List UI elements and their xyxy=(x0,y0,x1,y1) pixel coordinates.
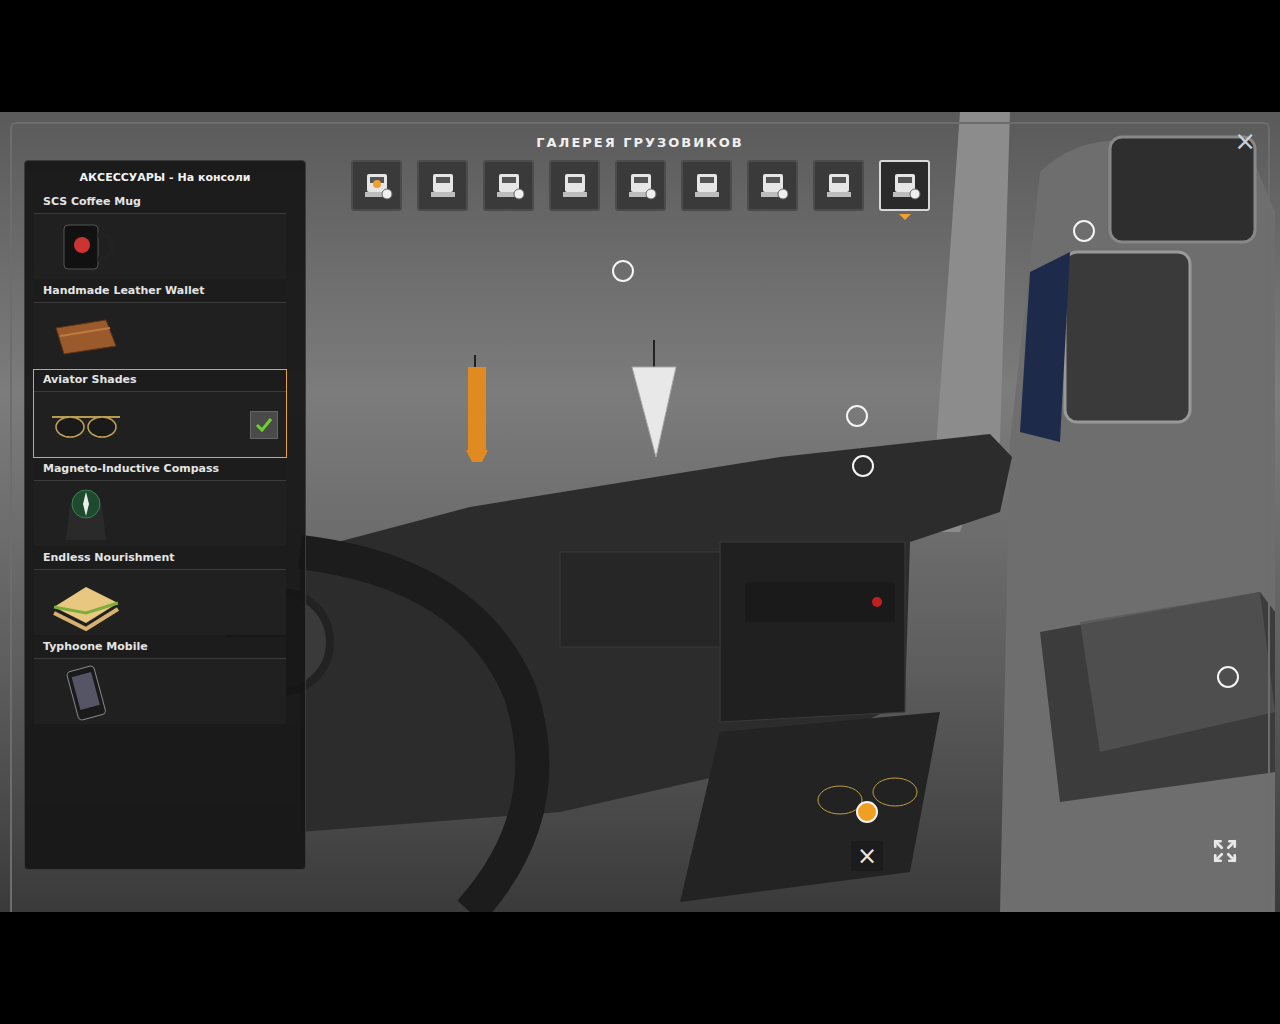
accessory-label: Aviator Shades xyxy=(34,370,286,392)
accessory-item[interactable]: Magneto-Inductive Compass xyxy=(33,458,287,547)
accessory-label: Endless Nourishment xyxy=(34,548,286,570)
truck-view-icon xyxy=(557,168,593,204)
truck-view-icon xyxy=(821,168,857,204)
toolbar-slot xyxy=(879,160,930,220)
category-button[interactable] xyxy=(879,160,930,211)
accessory-preview xyxy=(34,570,286,635)
check-icon xyxy=(254,415,274,435)
category-button[interactable] xyxy=(549,160,600,211)
category-button[interactable] xyxy=(747,160,798,211)
toolbar-slot xyxy=(747,160,798,220)
toolbar-slot xyxy=(813,160,864,220)
accessory-panel: АКСЕССУАРЫ - На консолиSCS Coffee Mug Han… xyxy=(24,160,306,870)
selected-caret xyxy=(371,214,383,220)
accessory-label: Magneto-Inductive Compass xyxy=(34,459,286,481)
fullscreen-button[interactable] xyxy=(1212,838,1238,868)
truck-gallery-stage: ГАЛЕРЕЯ ГРУЗОВИКОВ × АКСЕССУАРЫ - На консо… xyxy=(0,112,1280,912)
category-button[interactable] xyxy=(615,160,666,211)
fullscreen-icon xyxy=(1212,838,1238,864)
close-button[interactable]: × xyxy=(1234,128,1256,154)
mug-icon xyxy=(46,217,126,277)
truck-view-icon xyxy=(755,168,791,204)
panel-title: АКСЕССУАРЫ - На консоли xyxy=(33,161,297,191)
accessory-slot[interactable] xyxy=(846,405,868,427)
accessory-label: SCS Coffee Mug xyxy=(34,192,286,214)
sandwich-icon xyxy=(46,573,126,633)
window-title: ГАЛЕРЕЯ ГРУЗОВИКОВ xyxy=(536,135,743,150)
selected-caret xyxy=(701,214,713,220)
truck-view-icon xyxy=(623,168,659,204)
accessory-item[interactable]: SCS Coffee Mug xyxy=(33,191,287,280)
remove-button[interactable]: × xyxy=(851,841,883,871)
accessory-item[interactable]: Endless Nourishment xyxy=(33,547,287,636)
selected-caret xyxy=(437,214,449,220)
wallet-icon xyxy=(46,306,126,366)
accessory-label: Typhoone Mobile xyxy=(34,637,286,659)
accessory-slot[interactable] xyxy=(612,260,634,282)
accessory-preview xyxy=(34,481,286,546)
category-button[interactable] xyxy=(351,160,402,211)
truck-view-icon xyxy=(425,168,461,204)
screen: ГАЛЕРЕЯ ГРУЗОВИКОВ × АКСЕССУАРЫ - На консо… xyxy=(0,0,1280,1024)
accessory-preview xyxy=(34,303,286,368)
category-toolbar xyxy=(351,160,1268,220)
accessory-slot[interactable] xyxy=(852,455,874,477)
toolbar-slot xyxy=(681,160,732,220)
accessory-item[interactable]: Aviator Shades xyxy=(33,369,287,458)
truck-view-icon xyxy=(887,168,923,204)
toolbar-slot xyxy=(351,160,402,220)
selected-caret xyxy=(635,214,647,220)
accessory-item[interactable]: Typhoone Mobile xyxy=(33,636,287,725)
letterbox-top xyxy=(0,0,1280,112)
accessory-label: Handmade Leather Wallet xyxy=(34,281,286,303)
accessory-item[interactable]: Handmade Leather Wallet xyxy=(33,280,287,369)
compass-icon xyxy=(46,484,126,544)
accessory-preview xyxy=(34,392,286,457)
truck-view-icon xyxy=(359,168,395,204)
gallery-body: АКСЕССУАРЫ - На консолиSCS Coffee Mug Han… xyxy=(12,160,1268,912)
toolbar-slot xyxy=(549,160,600,220)
accessory-slot[interactable] xyxy=(1217,666,1239,688)
truck-view-icon xyxy=(689,168,725,204)
category-button[interactable] xyxy=(681,160,732,211)
toolbar-slot xyxy=(417,160,468,220)
accessory-preview xyxy=(34,659,286,724)
phone-icon xyxy=(46,662,126,722)
selected-caret xyxy=(767,214,779,220)
toolbar-slot xyxy=(615,160,666,220)
category-button[interactable] xyxy=(483,160,534,211)
selected-caret xyxy=(833,214,845,220)
category-button[interactable] xyxy=(813,160,864,211)
selected-caret xyxy=(503,214,515,220)
truck-view-icon xyxy=(491,168,527,204)
checkbox[interactable] xyxy=(250,411,278,439)
toolbar-slot xyxy=(483,160,534,220)
accessory-preview xyxy=(34,214,286,279)
accessory-slot[interactable] xyxy=(856,801,878,823)
selected-caret xyxy=(899,214,911,220)
selected-caret xyxy=(569,214,581,220)
view-area xyxy=(306,160,1268,912)
letterbox-bottom xyxy=(0,912,1280,1024)
sunglasses-icon xyxy=(46,395,126,455)
title-bar: ГАЛЕРЕЯ ГРУЗОВИКОВ × xyxy=(12,124,1268,160)
accessory-slot[interactable] xyxy=(1073,220,1095,242)
category-button[interactable] xyxy=(417,160,468,211)
